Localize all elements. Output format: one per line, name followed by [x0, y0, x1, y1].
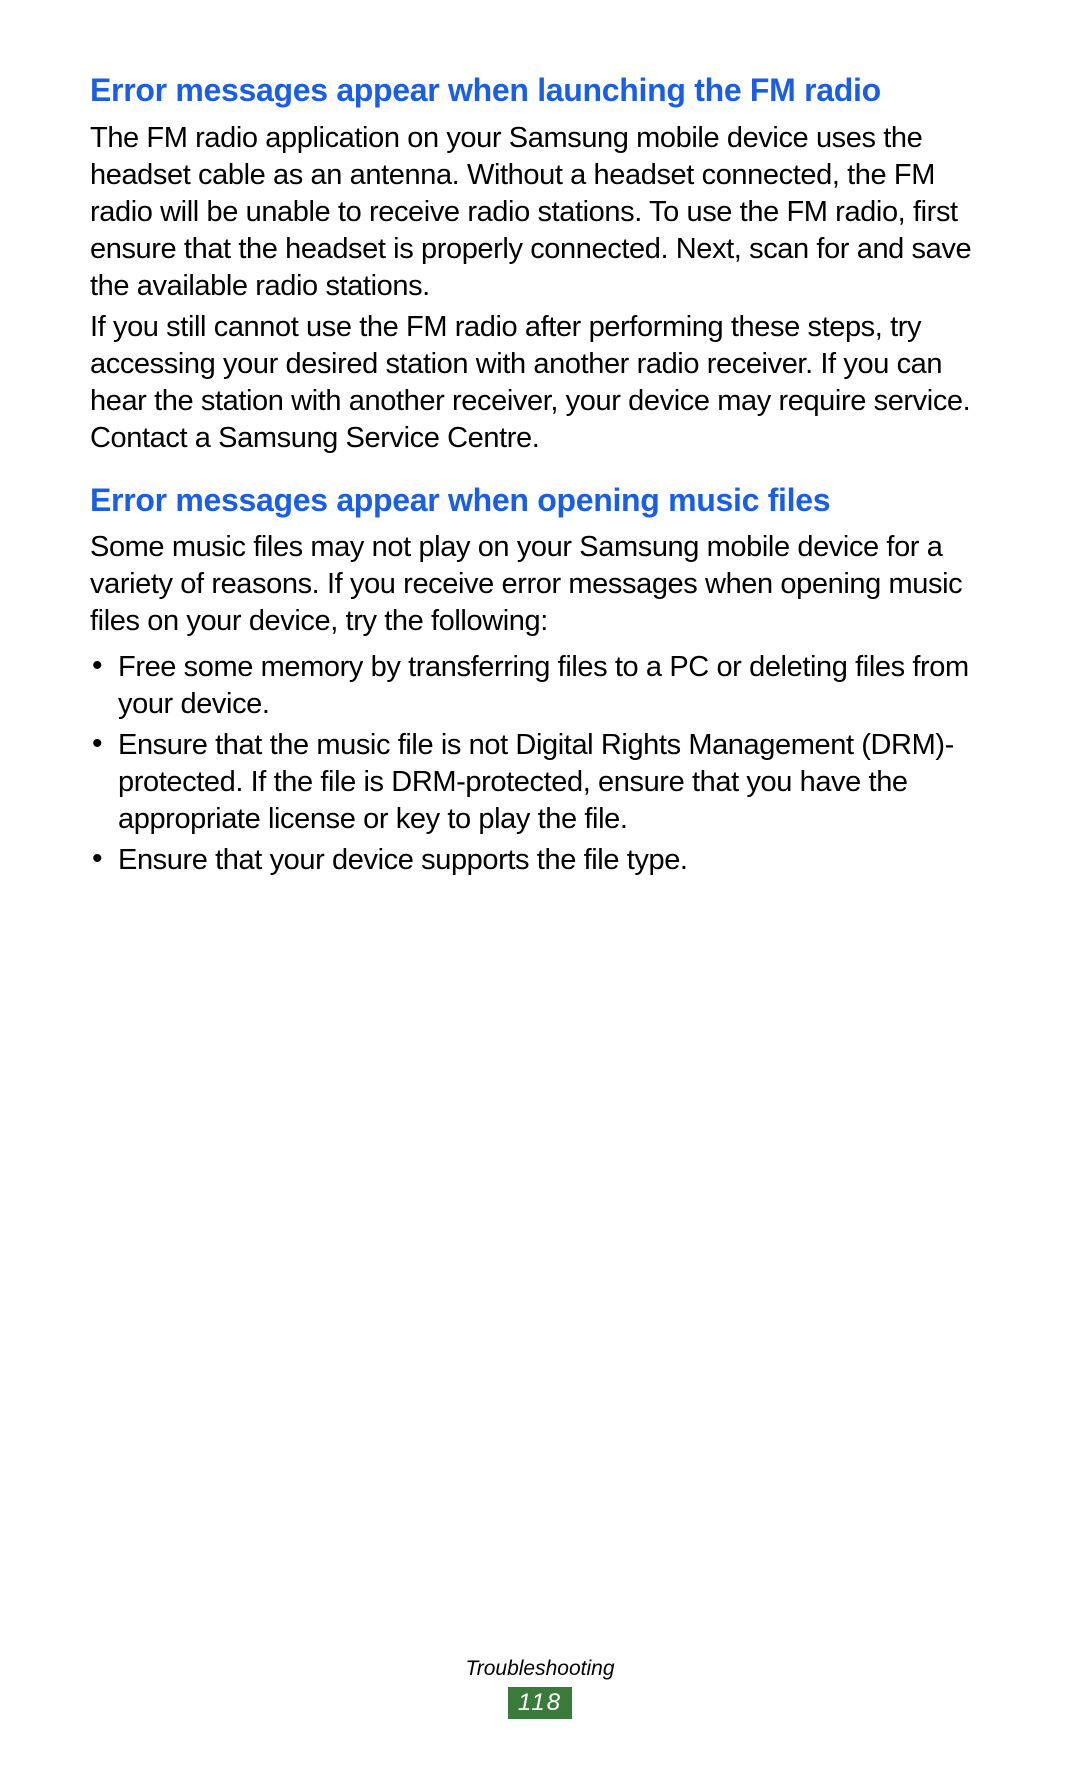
list-item: Ensure that the music file is not Digita…	[90, 727, 990, 838]
body-paragraph: If you still cannot use the FM radio aft…	[90, 309, 990, 457]
footer-section-label: Troubleshooting	[0, 1657, 1080, 1681]
page-footer: Troubleshooting 118	[0, 1657, 1080, 1719]
list-item: Ensure that your device supports the fil…	[90, 842, 990, 879]
list-item: Free some memory by transferring files t…	[90, 649, 990, 723]
section-heading-music-files: Error messages appear when opening music…	[90, 480, 990, 522]
body-paragraph: The FM radio application on your Samsung…	[90, 120, 990, 306]
body-paragraph: Some music files may not play on your Sa…	[90, 529, 990, 640]
page-content: Error messages appear when launching the…	[90, 70, 990, 879]
bullet-list: Free some memory by transferring files t…	[90, 649, 990, 880]
page-number: 118	[508, 1687, 572, 1719]
section-heading-fm-radio: Error messages appear when launching the…	[90, 70, 990, 112]
